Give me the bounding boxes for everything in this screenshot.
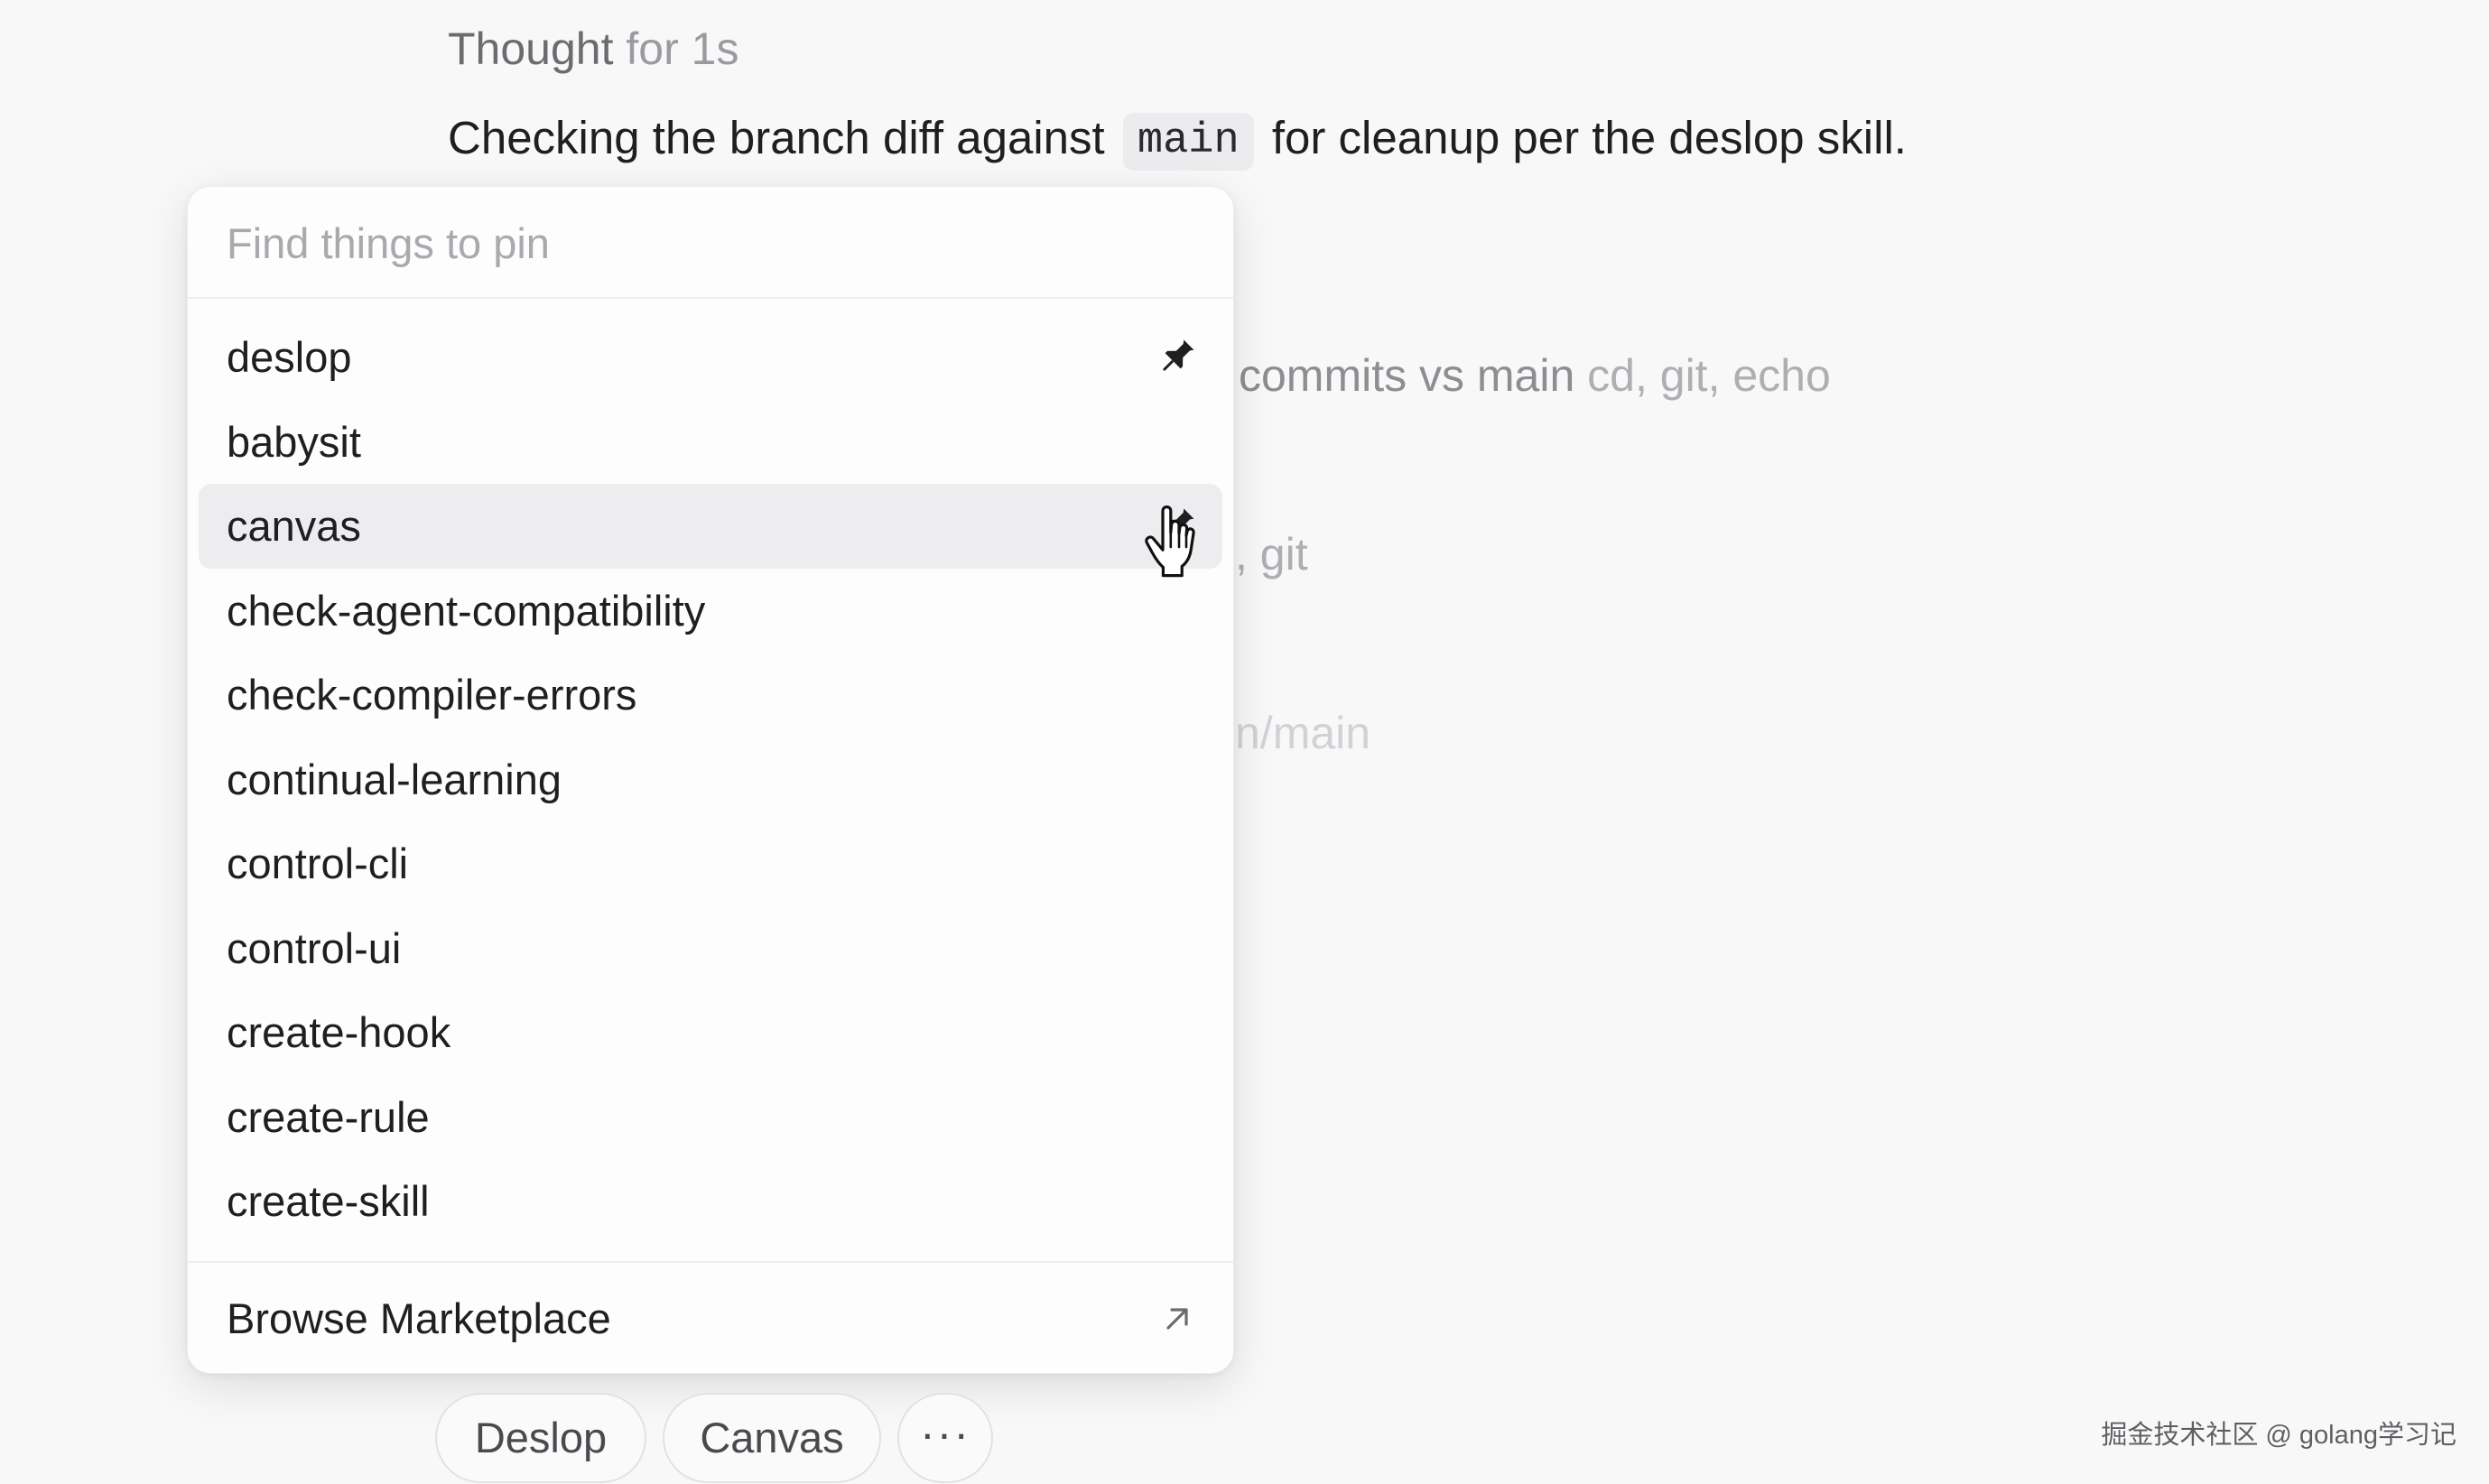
skill-item-label: create-skill [227,1177,430,1225]
skill-item-canvas[interactable]: canvas [199,484,1222,569]
more-options-button[interactable]: ··· [897,1393,993,1483]
skill-item-label: create-hook [227,1008,451,1056]
skill-item-check-agent-compatibility[interactable]: check-agent-compatibility [199,569,1222,654]
watermark: 掘金技术社区 @ golang学习记 [2101,1421,2456,1450]
skill-item-label: babysit [227,417,361,466]
pinned-chip-deslop[interactable]: Deslop [435,1393,646,1483]
message-text-after: for cleanup per the deslop skill. [1271,112,1907,163]
skill-list: deslop babysit canvas check-agent-compat… [188,315,1233,1244]
browse-marketplace-label: Browse Marketplace [227,1294,611,1342]
skill-item-control-ui[interactable]: control-ui [199,906,1222,991]
pinned-chip-canvas[interactable]: Canvas [663,1393,881,1483]
skill-item-label: deslop [227,333,352,381]
message-text-before: Checking the branch diff against [448,112,1105,163]
skill-item-control-cli[interactable]: control-cli [199,821,1222,906]
tool-step-text: n/main [1235,708,1371,758]
assistant-message: Checking the branch diff against main fo… [448,107,1907,171]
skill-item-label: control-ui [227,923,402,972]
pin-search-input[interactable] [227,214,1184,272]
skill-item-label: create-rule [227,1092,430,1141]
skill-item-label: check-compiler-errors [227,671,637,719]
skill-item-continual-learning[interactable]: continual-learning [199,737,1222,822]
external-arrow-icon [1159,1301,1195,1337]
inline-code: main [1122,113,1254,171]
pin-popover: deslop babysit canvas check-agent-compat… [187,186,1234,1374]
skill-item-create-skill[interactable]: create-skill [199,1159,1222,1244]
tool-step-text: , git [1235,529,1308,580]
thought-duration: for 1s [626,23,739,74]
popover-divider [188,1261,1233,1263]
pin-icon[interactable] [1154,335,1199,380]
skill-item-label: canvas [227,502,361,550]
tool-step-git[interactable]: , git [1235,525,1308,583]
tool-step-tools: cd, git, echo [1587,350,1831,401]
skill-item-check-compiler-errors[interactable]: check-compiler-errors [199,653,1222,737]
skill-item-babysit[interactable]: babysit [199,400,1222,485]
tool-step-commits[interactable]: commits vs main cd, git, echo [1239,347,1831,404]
tool-step-main[interactable]: n/main [1235,704,1370,762]
skill-item-create-rule[interactable]: create-rule [199,1075,1222,1160]
thought-label: Thought [448,23,614,74]
skill-item-deslop[interactable]: deslop [199,315,1222,400]
search-row [188,187,1233,299]
pin-icon[interactable] [1154,504,1199,549]
skill-item-label: check-agent-compatibility [227,586,706,635]
skill-item-label: continual-learning [227,755,562,803]
browse-marketplace-link[interactable]: Browse Marketplace [199,1274,1222,1364]
skill-item-create-hook[interactable]: create-hook [199,990,1222,1075]
tool-step-text: commits vs main [1239,350,1575,401]
skill-item-label: control-cli [227,839,409,887]
thought-header[interactable]: Thought for 1s [448,20,738,78]
chat-stage: Thought for 1s Checking the branch diff … [0,0,2489,1484]
